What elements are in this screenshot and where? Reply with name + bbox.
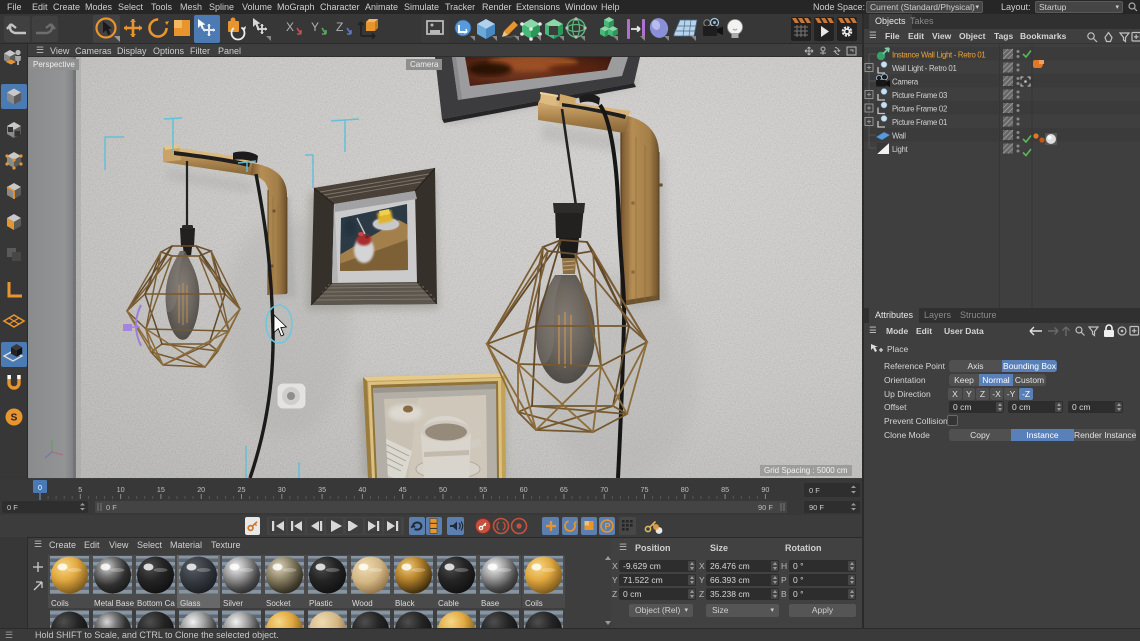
svg-text:S: S bbox=[11, 413, 18, 424]
svg-text:Wall: Wall bbox=[892, 132, 906, 141]
svg-text:75: 75 bbox=[641, 485, 649, 494]
svg-text:Socket: Socket bbox=[266, 599, 291, 608]
svg-text:90 F: 90 F bbox=[809, 503, 824, 512]
svg-text:70: 70 bbox=[600, 485, 608, 494]
svg-text:Picture Frame 01: Picture Frame 01 bbox=[892, 118, 947, 127]
svg-text:Wood: Wood bbox=[352, 599, 373, 608]
svg-text:Instance Wall Light - Retro 01: Instance Wall Light - Retro 01 bbox=[892, 51, 985, 60]
svg-text:40: 40 bbox=[358, 485, 366, 494]
svg-text:P: P bbox=[605, 522, 611, 532]
svg-text:Silver: Silver bbox=[223, 599, 243, 608]
svg-text:0: 0 bbox=[38, 483, 42, 492]
svg-text:Plastic: Plastic bbox=[309, 599, 333, 608]
svg-text:15: 15 bbox=[157, 485, 165, 494]
svg-text:Wall Light - Retro 01: Wall Light - Retro 01 bbox=[892, 64, 956, 73]
svg-text:Base: Base bbox=[481, 599, 500, 608]
svg-text:25: 25 bbox=[238, 485, 246, 494]
svg-text:5: 5 bbox=[78, 485, 82, 494]
svg-text:85: 85 bbox=[721, 485, 729, 494]
svg-text:30: 30 bbox=[278, 485, 286, 494]
svg-text:Coils: Coils bbox=[525, 599, 543, 608]
svg-text:Light: Light bbox=[892, 145, 909, 154]
svg-text:90 F: 90 F bbox=[758, 503, 773, 512]
svg-text:Picture Frame 03: Picture Frame 03 bbox=[892, 91, 947, 100]
svg-text:Metal Base: Metal Base bbox=[94, 599, 135, 608]
svg-text:Y: Y bbox=[311, 20, 319, 34]
svg-text:55: 55 bbox=[479, 485, 487, 494]
svg-text:80: 80 bbox=[681, 485, 689, 494]
svg-text:10: 10 bbox=[117, 485, 125, 494]
svg-text:Glass: Glass bbox=[180, 599, 200, 608]
svg-text:Bottom Ca: Bottom Ca bbox=[137, 599, 175, 608]
svg-text:Camera: Camera bbox=[892, 78, 919, 87]
svg-text:60: 60 bbox=[520, 485, 528, 494]
svg-text:Coils: Coils bbox=[51, 599, 69, 608]
svg-text:65: 65 bbox=[560, 485, 568, 494]
svg-text:45: 45 bbox=[399, 485, 407, 494]
svg-text:Black: Black bbox=[395, 599, 416, 608]
svg-text:90: 90 bbox=[761, 485, 769, 494]
svg-text:X: X bbox=[286, 20, 294, 34]
svg-text:35: 35 bbox=[318, 485, 326, 494]
svg-text:0 F: 0 F bbox=[106, 503, 117, 512]
svg-text:50: 50 bbox=[439, 485, 447, 494]
svg-text:0 F: 0 F bbox=[809, 486, 820, 495]
svg-text:0 F: 0 F bbox=[7, 503, 18, 512]
svg-text:Cable: Cable bbox=[438, 599, 459, 608]
svg-text:Z: Z bbox=[336, 20, 343, 34]
svg-text:Picture Frame 02: Picture Frame 02 bbox=[892, 105, 947, 114]
svg-text:20: 20 bbox=[197, 485, 205, 494]
